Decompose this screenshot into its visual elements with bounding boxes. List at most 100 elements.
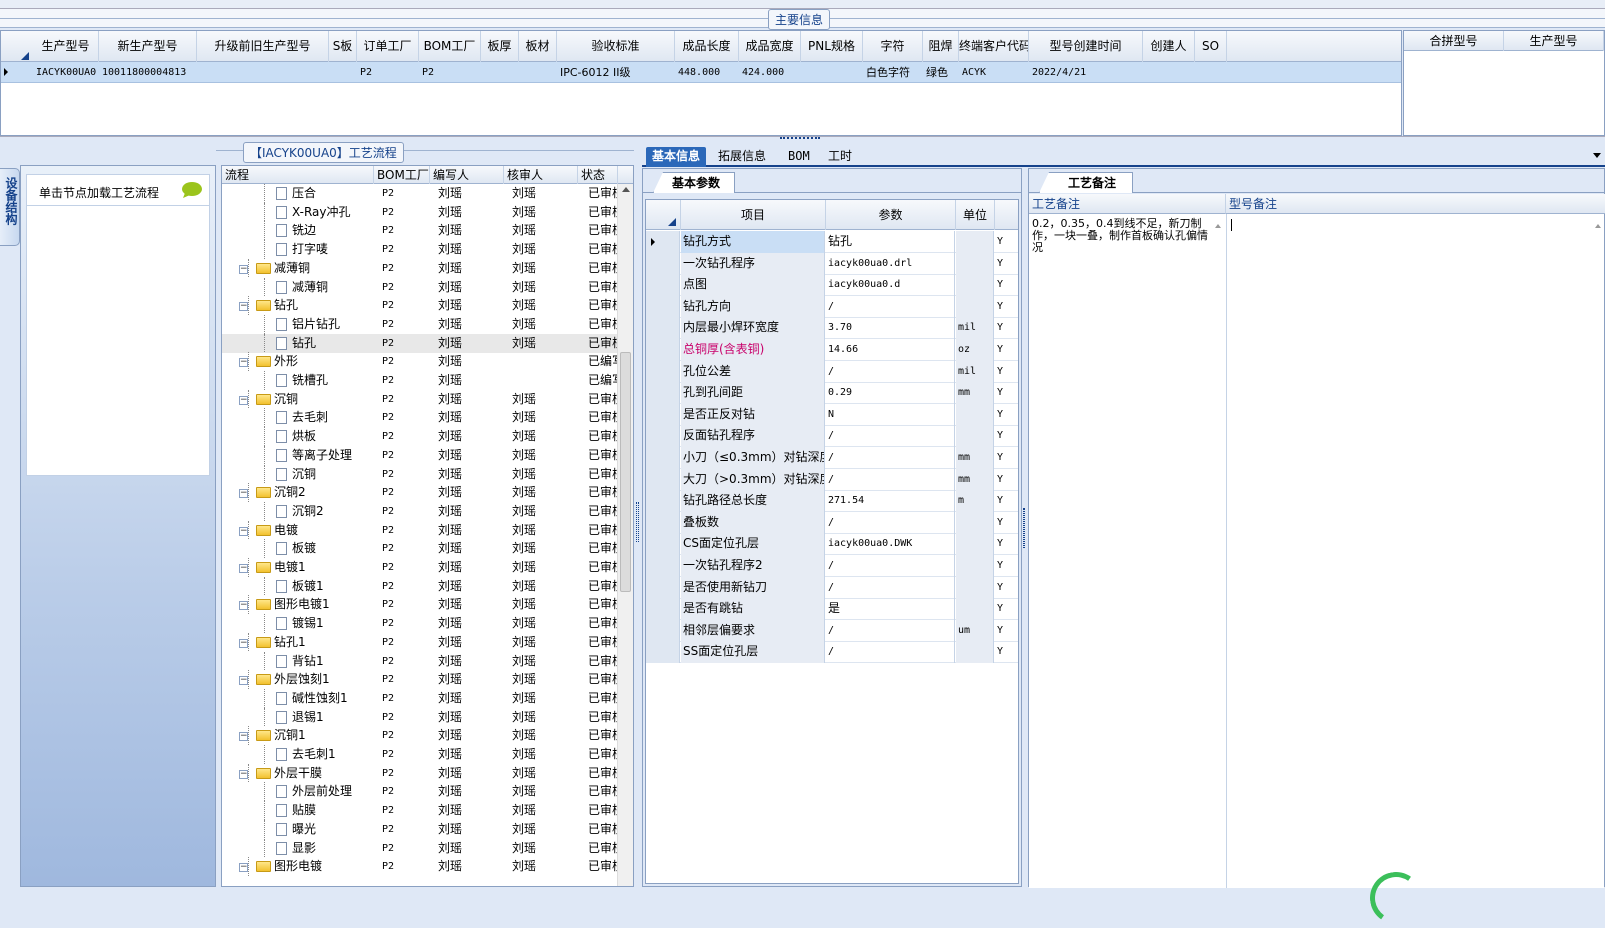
tree-node-step[interactable]: 板镀 P2 刘瑶 刘瑶 已审核 <box>222 539 618 558</box>
row-indicator[interactable] <box>646 447 680 469</box>
row-indicator[interactable] <box>646 274 680 297</box>
tree-node-step[interactable]: 打字唛 P2 刘瑶 刘瑶 已审核 <box>222 240 618 259</box>
tree-node-step[interactable]: 等离子处理 P2 刘瑶 刘瑶 已审核 <box>222 445 618 465</box>
param-value-cell[interactable]: / <box>826 447 955 469</box>
column-header-silkscreen[interactable]: 字符 <box>863 31 923 62</box>
table-row[interactable]: IACYK00UA0 10011800004813 P2 P2 IPC-6012 II级… <box>1 62 1401 83</box>
table-row[interactable]: 相邻层偏要求 / um Y <box>646 619 1018 642</box>
column-header-board-thickness[interactable]: 板厚 <box>481 31 519 62</box>
table-row[interactable]: 是否使用新钻刀 / Y <box>646 576 1018 599</box>
tree-node-group[interactable]: − 沉铜1 P2 刘瑶 刘瑶 已审核 <box>222 726 618 745</box>
param-value-cell[interactable]: iacyk00ua0.d <box>826 274 955 297</box>
column-header-s-board[interactable]: S板 <box>329 31 357 62</box>
cell-order-factory[interactable]: P2 <box>357 62 419 83</box>
param-value-cell[interactable]: / <box>826 295 955 318</box>
row-indicator[interactable] <box>646 490 680 513</box>
cell-creator[interactable] <box>1143 62 1195 83</box>
table-row[interactable]: 点图 iacyk00ua0.d Y <box>646 274 1018 297</box>
tab-basic-info[interactable]: 基本信息 <box>646 147 707 167</box>
row-indicator[interactable] <box>646 403 680 426</box>
column-header-so[interactable]: SO <box>1195 31 1227 62</box>
param-value-cell[interactable]: 14.66 <box>826 339 955 361</box>
collapse-icon[interactable]: − <box>239 732 248 742</box>
column-header-bom-factory[interactable]: BOM工厂 <box>374 166 430 184</box>
collapse-icon[interactable]: − <box>239 264 248 274</box>
tab-list-dropdown-icon[interactable] <box>1593 153 1601 158</box>
tree-node-step[interactable]: 钻孔 P2 刘瑶 刘瑶 已审核 <box>222 333 618 353</box>
tree-node-step[interactable]: 铣边 P2 刘瑶 刘瑶 已审核 <box>222 221 618 241</box>
param-value-cell[interactable]: iacyk00ua0.DWK <box>826 533 955 556</box>
column-header-order-factory[interactable]: 订单工厂 <box>357 31 419 62</box>
collapse-icon[interactable]: − <box>239 302 248 312</box>
column-header-finished-width[interactable]: 成品宽度 <box>739 31 801 62</box>
vertical-splitter-left[interactable] <box>634 142 642 887</box>
param-value-cell[interactable]: / <box>826 641 955 664</box>
param-value-cell[interactable]: / <box>826 468 955 491</box>
row-indicator[interactable] <box>646 360 680 383</box>
scroll-up-icon[interactable] <box>1215 224 1221 228</box>
row-indicator[interactable] <box>646 619 680 642</box>
cell-solder-mask[interactable]: 绿色 <box>923 62 959 83</box>
tree-node-step[interactable]: 板镀1 P2 刘瑶 刘瑶 已审核 <box>222 576 618 596</box>
tree-node-step[interactable]: X-Ray冲孔 P2 刘瑶 刘瑶 已审核 <box>222 202 618 222</box>
cell-production-model[interactable]: IACYK00UA0 <box>33 62 99 83</box>
tree-node-group[interactable]: − 图形电镀 P2 刘瑶 刘瑶 已审核 <box>222 857 618 876</box>
param-value-cell[interactable]: 是 <box>826 598 955 621</box>
tree-node-group[interactable]: − 沉铜 P2 刘瑶 刘瑶 已审核 <box>222 389 618 409</box>
table-row[interactable]: CS面定位孔层 iacyk00ua0.DWK Y <box>646 533 1018 556</box>
table-row[interactable]: 孔到孔间距 0.29 mm Y <box>646 382 1018 405</box>
tree-node-step[interactable]: 压合 P2 刘瑶 刘瑶 已审核 <box>222 184 618 203</box>
param-value-cell[interactable]: 3.70 <box>826 317 955 340</box>
tree-node-step[interactable]: 显影 P2 刘瑶 刘瑶 已审核 <box>222 838 618 858</box>
tab-extended-info[interactable]: 拓展信息 <box>712 147 772 167</box>
tree-node-step[interactable]: 铣槽孔 P2 刘瑶 已编写 <box>222 371 618 390</box>
table-row[interactable]: 大刀（>0.3mm）对钻深度 / mm Y <box>646 468 1018 491</box>
row-indicator[interactable] <box>646 576 680 599</box>
param-value-cell[interactable]: 钻孔 <box>826 231 955 253</box>
tree-node-step[interactable]: 沉铜 P2 刘瑶 刘瑶 已审核 <box>222 464 618 484</box>
scroll-up-icon[interactable] <box>622 187 630 192</box>
row-indicator[interactable] <box>646 339 680 361</box>
cell-board-material[interactable] <box>519 62 557 83</box>
column-header-new-production-model[interactable]: 新生产型号 <box>99 31 197 62</box>
cell-finished-length[interactable]: 448.000 <box>675 62 739 83</box>
column-header-param[interactable]: 参数 <box>826 200 956 230</box>
row-indicator[interactable] <box>646 425 680 448</box>
process-note-header[interactable]: 工艺备注 <box>1029 194 1226 214</box>
column-header-acceptance-standard[interactable]: 验收标准 <box>557 31 675 62</box>
collapse-icon[interactable]: − <box>239 526 248 536</box>
model-note-header[interactable]: 型号备注 <box>1226 194 1605 214</box>
column-header-board-material[interactable]: 板材 <box>519 31 557 62</box>
table-row[interactable]: 内层最小焊环宽度 3.70 mil Y <box>646 317 1018 340</box>
collapse-icon[interactable]: − <box>239 358 248 368</box>
tree-node-group[interactable]: − 钻孔1 P2 刘瑶 刘瑶 已审核 <box>222 632 618 652</box>
cell-new-production-model[interactable]: 10011800004813 <box>99 62 197 83</box>
tab-bom[interactable]: BOM <box>782 147 816 167</box>
tree-node-step[interactable]: 镀锡1 P2 刘瑶 刘瑶 已审核 <box>222 614 618 633</box>
column-header-pnl-spec[interactable]: PNL规格 <box>801 31 863 62</box>
table-row[interactable]: 钻孔路径总长度 271.54 m Y <box>646 490 1018 513</box>
cell-model-created-time[interactable]: 2022/4/21 <box>1029 62 1143 83</box>
cell-s-board[interactable] <box>329 62 357 83</box>
horizontal-splitter[interactable] <box>0 136 1605 142</box>
column-header-finished-length[interactable]: 成品长度 <box>675 31 739 62</box>
column-header-status[interactable]: 状态 <box>578 166 618 184</box>
column-header-end-customer-code[interactable]: 终端客户代码 <box>959 31 1029 62</box>
tree-node-group[interactable]: − 外层蚀刻1 P2 刘瑶 刘瑶 已审核 <box>222 670 618 689</box>
main-info-title[interactable]: 主要信息 <box>768 9 831 30</box>
row-indicator[interactable] <box>646 533 680 556</box>
column-header-model-created-time[interactable]: 型号创建时间 <box>1029 31 1143 62</box>
tree-node-step[interactable]: 沉铜2 P2 刘瑶 刘瑶 已审核 <box>222 501 618 521</box>
table-row[interactable]: 孔位公差 / mil Y <box>646 360 1018 383</box>
column-header-merge-model[interactable]: 合拼型号 <box>1404 31 1504 51</box>
cell-pnl-spec[interactable] <box>801 62 863 83</box>
tree-node-group[interactable]: − 电镀 P2 刘瑶 刘瑶 已审核 <box>222 520 618 540</box>
cell-finished-width[interactable]: 424.000 <box>739 62 801 83</box>
cell-board-thickness[interactable] <box>481 62 519 83</box>
tree-node-step[interactable]: 去毛刺1 P2 刘瑶 刘瑶 已审核 <box>222 745 618 764</box>
row-indicator[interactable] <box>646 317 680 340</box>
subtab-basic-params[interactable]: 基本参数 <box>653 172 736 193</box>
cell-silkscreen[interactable]: 白色字符 <box>863 62 923 83</box>
column-header-bom-factory[interactable]: BOM工厂 <box>419 31 481 62</box>
tree-node-group[interactable]: − 外层干膜 P2 刘瑶 刘瑶 已审核 <box>222 763 618 783</box>
